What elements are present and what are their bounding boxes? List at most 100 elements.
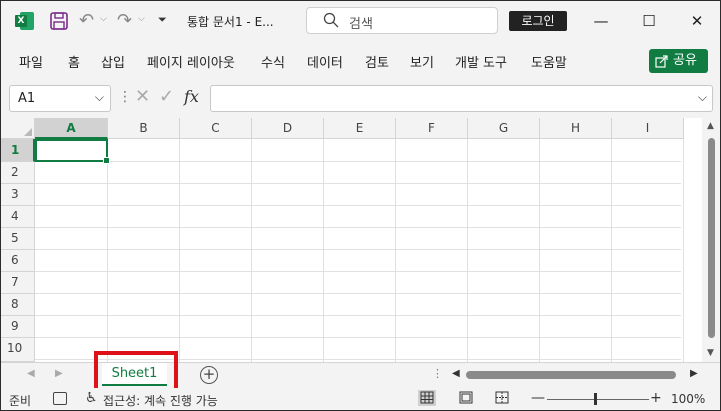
formula-input[interactable]: ⌵ <box>210 85 713 112</box>
gridline <box>179 139 180 362</box>
column-header-c[interactable]: C <box>180 118 252 139</box>
row-header-9[interactable]: 9 <box>1 316 35 338</box>
add-sheet-icon[interactable]: + <box>200 366 218 384</box>
undo-dropdown-icon[interactable]: ⌵ <box>100 14 107 24</box>
worksheet-grid[interactable]: A B C D E F G H I 1 2 3 4 5 6 7 8 9 10 ▲… <box>1 118 720 362</box>
gridline <box>35 337 681 338</box>
tab-data[interactable]: 데이터 <box>307 52 343 71</box>
zoom-slider[interactable] <box>547 399 649 400</box>
accessibility-status[interactable]: 접근성: 계속 진행 가능 <box>103 392 218 409</box>
undo-icon[interactable]: ↶ <box>79 11 99 31</box>
column-header-e[interactable]: E <box>324 118 396 139</box>
tab-view[interactable]: 보기 <box>410 52 434 71</box>
vertical-scrollbar[interactable]: ▲ ▼ <box>702 118 720 362</box>
next-sheet-icon[interactable]: ▶ <box>55 368 63 379</box>
search-icon <box>323 12 339 28</box>
customize-quick-access-icon[interactable]: ⏷ <box>158 13 167 27</box>
close-button[interactable]: ✕ <box>682 9 712 33</box>
row-header-5[interactable]: 5 <box>1 228 35 250</box>
excel-logo-letter: X <box>15 15 27 27</box>
active-cell-a1[interactable] <box>35 139 110 164</box>
gridline <box>35 205 681 206</box>
row-header-4[interactable]: 4 <box>1 206 35 228</box>
scroll-left-icon[interactable]: ◀ <box>452 368 460 379</box>
row-header-3[interactable]: 3 <box>1 184 35 206</box>
column-header-b[interactable]: B <box>108 118 180 139</box>
tab-insert[interactable]: 삽입 <box>101 52 125 71</box>
accessibility-icon[interactable]: ♿ <box>85 390 98 406</box>
page-break-view-icon[interactable] <box>493 390 511 406</box>
title-bar: X ↶ ⌵ ↷ ⌵ ⏷ 통합 문서1 - E... 검색 로그인 — ☐ ✕ <box>1 1 720 41</box>
excel-logo-icon: X <box>15 11 35 31</box>
gridline <box>35 227 681 228</box>
select-all-button[interactable] <box>1 118 35 139</box>
gridline <box>35 161 681 162</box>
redo-dropdown-icon[interactable]: ⌵ <box>138 14 145 24</box>
row-header-10[interactable]: 10 <box>1 338 35 362</box>
cancel-icon[interactable]: ✕ <box>135 86 150 107</box>
gridline <box>539 139 540 362</box>
name-box-chevron-down-icon[interactable]: ⌵ <box>95 90 104 105</box>
tab-page-layout[interactable]: 페이지 레이아웃 <box>147 52 235 71</box>
status-ready: 준비 <box>9 394 32 408</box>
page-layout-view-icon[interactable] <box>457 390 475 406</box>
gridline <box>251 139 252 362</box>
row-header-1[interactable]: 1 <box>1 139 35 162</box>
gridline <box>611 139 612 362</box>
login-button[interactable]: 로그인 <box>509 11 567 31</box>
previous-sheet-icon[interactable]: ◀ <box>27 368 35 379</box>
name-box-value: A1 <box>18 91 36 106</box>
share-label: 공유 <box>673 53 697 68</box>
zoom-slider-handle[interactable] <box>594 393 597 405</box>
tab-file[interactable]: 파일 <box>19 52 43 71</box>
tab-help[interactable]: 도움말 <box>531 52 567 71</box>
search-box[interactable]: 검색 <box>306 7 498 34</box>
tab-formulas[interactable]: 수식 <box>261 52 285 71</box>
document-title[interactable]: 통합 문서1 - E... <box>187 13 274 30</box>
gridline <box>395 139 396 362</box>
zoom-out-button[interactable]: — <box>531 390 545 406</box>
column-header-h[interactable]: H <box>540 118 612 139</box>
row-header-8[interactable]: 8 <box>1 294 35 316</box>
share-icon <box>655 55 668 68</box>
column-header-a[interactable]: A <box>35 118 108 139</box>
row-header-6[interactable]: 6 <box>1 250 35 272</box>
scroll-up-icon[interactable]: ▲ <box>707 121 714 131</box>
minimize-button[interactable]: — <box>586 9 616 33</box>
search-placeholder: 검색 <box>349 17 373 32</box>
gridline <box>35 293 681 294</box>
gridline <box>107 139 108 362</box>
redo-icon[interactable]: ↷ <box>117 11 137 31</box>
name-box[interactable]: A1 ⌵ <box>9 85 111 112</box>
status-bar: 준비 ♿ 접근성: 계속 진행 가능 — + 100% <box>1 388 720 410</box>
column-header-g[interactable]: G <box>468 118 540 139</box>
tab-review[interactable]: 검토 <box>365 52 389 71</box>
zoom-in-button[interactable]: + <box>650 390 662 406</box>
maximize-button[interactable]: ☐ <box>634 9 664 33</box>
formula-bar-grip-icon[interactable]: ⋮ <box>118 89 132 105</box>
expand-formula-chevron-down-icon[interactable]: ⌵ <box>698 90 707 105</box>
insert-function-icon[interactable]: fx <box>184 87 199 106</box>
enter-check-icon[interactable]: ✓ <box>159 86 174 107</box>
share-button[interactable]: 공유 <box>649 49 708 73</box>
row-header-2[interactable]: 2 <box>1 162 35 184</box>
scroll-down-icon[interactable]: ▼ <box>707 348 714 358</box>
gridline <box>35 249 681 250</box>
tab-developer[interactable]: 개발 도구 <box>455 52 507 71</box>
ribbon-tabs: 파일 홈 삽입 페이지 레이아웃 수식 데이터 검토 보기 개발 도구 도움말 <box>1 43 720 79</box>
normal-view-icon[interactable] <box>418 390 436 406</box>
horizontal-scroll-thumb[interactable] <box>466 371 676 379</box>
column-header-f[interactable]: F <box>396 118 468 139</box>
scroll-right-icon[interactable]: ▶ <box>690 368 698 379</box>
tab-split-handle-icon[interactable]: ⋮ <box>432 367 443 380</box>
column-header-i[interactable]: I <box>612 118 684 139</box>
row-header-7[interactable]: 7 <box>1 272 35 294</box>
tab-home[interactable]: 홈 <box>68 52 80 71</box>
gridline <box>683 139 684 362</box>
column-header-d[interactable]: D <box>252 118 324 139</box>
save-icon[interactable] <box>49 11 69 31</box>
zoom-level[interactable]: 100% <box>671 392 705 406</box>
macro-record-icon[interactable] <box>53 392 67 405</box>
vertical-scroll-thumb[interactable] <box>708 138 715 338</box>
gridline <box>467 139 468 362</box>
